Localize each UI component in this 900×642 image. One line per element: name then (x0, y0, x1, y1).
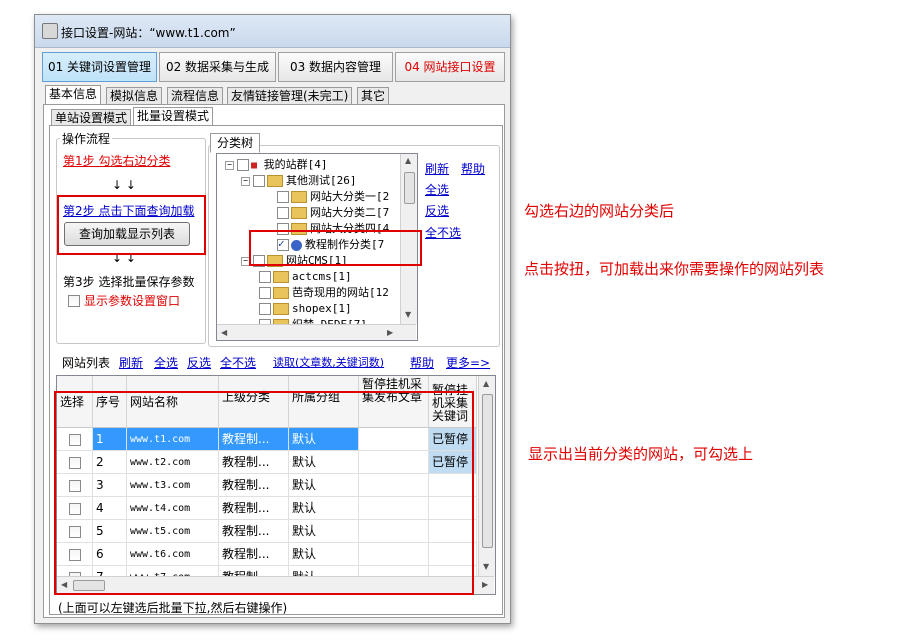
list-select-all-link[interactable]: 全选 (154, 354, 178, 371)
step3-label: 第3步 选择批量保存参数 (63, 275, 195, 289)
scroll-up-icon[interactable]: ▲ (483, 379, 489, 388)
tab-batch-mode[interactable]: 批量设置模式 (133, 107, 214, 127)
tab-data-collection[interactable]: 02 数据采集与生成 (159, 52, 276, 82)
tree-node-actcms[interactable]: actcms[1] (259, 269, 352, 285)
scroll-down-icon[interactable]: ▼ (483, 562, 489, 571)
tree-checkbox[interactable] (259, 271, 271, 283)
network-icon: ■ (251, 160, 258, 171)
tree-select-all-link[interactable]: 全选 (425, 181, 449, 198)
collapse-icon[interactable]: − (241, 176, 250, 186)
tree-checkbox[interactable] (237, 159, 249, 171)
tree-checkbox[interactable] (259, 303, 271, 315)
tree-label: shopex[1] (292, 302, 352, 315)
tab-content-management[interactable]: 03 数据内容管理 (278, 52, 393, 82)
tree-help-link[interactable]: 帮助 (461, 160, 485, 177)
window-title: 接口设置-网站：“www.t1.com” (61, 26, 236, 40)
tree-select-none-link[interactable]: 全不选 (425, 224, 461, 241)
folder-icon (291, 207, 307, 219)
tree-refresh-link[interactable]: 刷新 (425, 160, 449, 177)
tree-checkbox[interactable] (277, 191, 289, 203)
annotation-3: 显示出当前分类的网站，可勾选上 (528, 445, 754, 463)
flow-legend: 操作流程 (60, 130, 113, 147)
list-help-link[interactable]: 帮助 (410, 354, 434, 371)
arrows-1: ↓ ↓ (112, 178, 136, 192)
folder-icon (291, 191, 307, 203)
highlight-step2 (57, 195, 206, 255)
tree-node-root[interactable]: − ■ 我的站群[4] (225, 157, 328, 173)
scroll-right-icon[interactable]: ▶ (482, 580, 488, 589)
tree-node-baqi[interactable]: 芭奇现用的网站[12 (259, 285, 389, 301)
annotation-1: 勾选右边的网站分类后 (524, 202, 675, 220)
folder-icon (273, 271, 289, 283)
app-icon (42, 23, 58, 39)
tree-invert-link[interactable]: 反选 (425, 202, 449, 219)
list-select-none-link[interactable]: 全不选 (220, 354, 256, 371)
folder-icon (267, 175, 283, 187)
collapse-icon[interactable]: − (225, 160, 234, 170)
tree-vscroll-thumb[interactable] (404, 172, 415, 204)
show-params-checkbox[interactable] (68, 295, 80, 307)
tree-checkbox[interactable] (277, 207, 289, 219)
step1-link[interactable]: 第1步 勾选右边分类 (63, 152, 170, 169)
tree-node-other[interactable]: − 其他测试[26] (241, 173, 357, 189)
tree-hscrollbar[interactable]: ◀ ▶ (217, 324, 416, 340)
tree-label: actcms[1] (292, 270, 352, 283)
scroll-up-icon[interactable]: ▲ (405, 156, 411, 165)
tree-node-cat2[interactable]: 网站大分类二[7 (277, 205, 389, 221)
site-list-label: 网站列表 (62, 356, 111, 370)
tab-keyword-settings[interactable]: 01 关键词设置管理 (42, 52, 157, 82)
highlight-tree-node (249, 230, 422, 266)
more-link[interactable]: 更多=> (446, 354, 490, 371)
tree-label: 我的站群[4] (263, 158, 328, 171)
scroll-down-icon[interactable]: ▼ (405, 310, 411, 319)
tab-basic-info[interactable]: 基本信息 (45, 85, 102, 106)
tree-node-cat1[interactable]: 网站大分类一[2 (277, 189, 389, 205)
list-refresh-link[interactable]: 刷新 (119, 354, 143, 371)
show-params-label: 显示参数设置窗口 (84, 294, 181, 308)
scroll-right-icon[interactable]: ▶ (387, 328, 393, 337)
annotation-2: 点击按扭，可加载出来你需要操作的网站列表 (524, 260, 825, 278)
tree-label: 网站大分类一[2 (310, 190, 390, 203)
title-bar: 接口设置-网站：“www.t1.com” (35, 15, 510, 48)
tree-checkbox[interactable] (259, 287, 271, 299)
list-invert-link[interactable]: 反选 (187, 354, 211, 371)
folder-icon (273, 287, 289, 299)
grid-vscrollbar[interactable]: ▲ ▼ (478, 376, 495, 576)
folder-icon (273, 303, 289, 315)
tree-label: 网站大分类二[7 (310, 206, 390, 219)
tree-tab[interactable]: 分类树 (210, 133, 261, 153)
tree-checkbox[interactable] (253, 175, 265, 187)
tree-node-shopex[interactable]: shopex[1] (259, 301, 352, 317)
status-hint: (上面可以左键选后批量下拉,然后右键操作) (58, 601, 288, 615)
tab-site-interface[interactable]: 04 网站接口设置 (395, 52, 505, 82)
grid-vscroll-thumb[interactable] (482, 394, 493, 548)
tree-label: 其他测试[26] (286, 174, 357, 187)
tree-label: 芭奇现用的网站[12 (292, 286, 389, 299)
read-counts-link[interactable]: 读取(文章数,关键词数) (273, 354, 384, 370)
highlight-grid (54, 391, 474, 595)
scroll-left-icon[interactable]: ◀ (221, 328, 227, 337)
